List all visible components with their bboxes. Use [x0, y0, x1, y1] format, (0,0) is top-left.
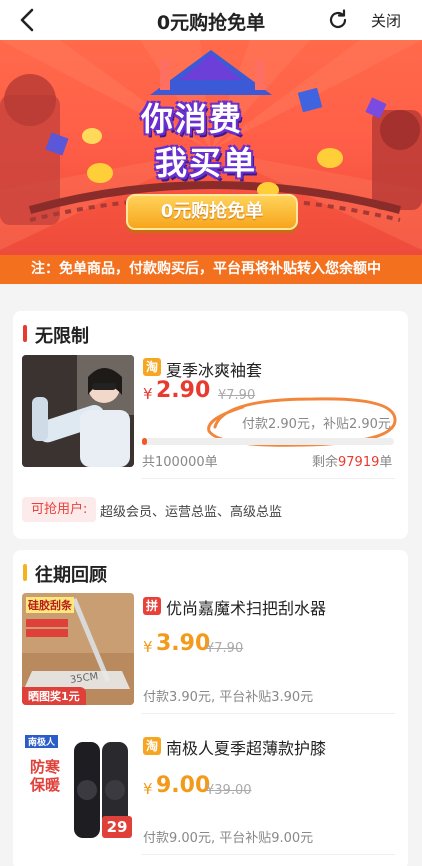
unlimited-section-card: 无限制 淘 夏季冰爽袖套 ¥ 2.90 ¥7.90 付款2.90元，补贴2.90… [13, 311, 408, 539]
product-name[interactable]: 南极人夏季超薄款护膝 [166, 735, 326, 759]
promo-banner: 你消费 我买单 0元购抢免单 注：免单商品，付款购买后，平台再将补贴转入您余额中 [0, 40, 422, 284]
close-button[interactable]: 关闭 [371, 10, 401, 31]
price-currency: ¥ [143, 385, 153, 403]
row-divider [142, 713, 395, 714]
product-thumbnail-knee-pads[interactable]: 南极人 防寒 保暖 29 [22, 732, 134, 844]
product-name[interactable]: 优尚嘉魔术扫把刮水器 [166, 595, 326, 619]
product-thumbnail-sleeves[interactable] [22, 355, 134, 467]
thumb-feature-tag: 硅胶刮条 [26, 597, 74, 613]
thumb-brand-tag: 南极人 [25, 735, 59, 748]
remaining-orders-text: 剩余97919单 [312, 451, 392, 470]
slogan-artwork: 你消费 我买单 [141, 94, 287, 186]
current-price: 9.00 [156, 773, 211, 798]
row-divider [142, 478, 395, 479]
original-price: ¥7.90 [206, 641, 244, 656]
page-title: 0元购抢免单 [156, 12, 266, 34]
section-title-unlimited: 无限制 [23, 322, 89, 348]
payment-subsidy-info: 付款3.90元, 平台补贴3.90元 [143, 690, 314, 705]
total-orders-text: 共100000单 [142, 455, 218, 470]
section-title-text: 无限制 [35, 326, 89, 347]
stock-progress-fill [142, 438, 148, 445]
product-thumbnail-mop[interactable]: 硅胶刮条 35CM 晒图奖1元 [22, 593, 134, 705]
slogan-line-2: 我买单 [155, 144, 258, 182]
payment-subsidy-info: 付款9.00元, 平台补贴9.00元 [143, 831, 314, 846]
section-title-history: 往期回顾 [23, 561, 107, 587]
price-currency: ¥ [143, 780, 153, 798]
thumb-slogan-2: 保暖 [30, 776, 61, 794]
row-divider [142, 854, 395, 855]
eligible-users-badge: 可抢用户: [22, 497, 97, 522]
current-price: 3.90 [156, 631, 211, 656]
thumb-reward-tag: 晒图奖1元 [22, 687, 86, 705]
remaining-suffix: 单 [379, 455, 393, 470]
product-photo-illustration [22, 355, 134, 467]
eligible-users-list: 超级会员、运营总监、高级总监 [100, 505, 283, 520]
original-price: ¥39.00 [206, 783, 252, 798]
pinduoduo-platform-icon: 拼 [143, 597, 161, 615]
stock-progress-track [142, 438, 394, 445]
remaining-count: 97919 [338, 455, 380, 470]
taobao-platform-icon: 淘 [143, 358, 161, 376]
banner-notice-text: 注：免单商品，付款购买后，平台再将补贴转入您余额中 [0, 255, 422, 284]
section-accent-bar [23, 325, 27, 342]
taobao-platform-icon: 淘 [143, 737, 161, 755]
price-currency: ¥ [143, 638, 153, 656]
history-section-card: 往期回顾 硅胶刮条 35CM 晒图奖1元 拼 优尚嘉魔术扫把刮水器 ¥ 3.90… [13, 550, 408, 866]
refresh-icon[interactable] [326, 8, 350, 32]
thumb-price-badge: 29 [102, 816, 132, 838]
top-nav-bar: 0元购抢免单 关闭 [0, 0, 422, 40]
section-title-text: 往期回顾 [35, 565, 107, 586]
slogan-line-1: 你消费 [141, 100, 244, 138]
section-accent-bar [23, 564, 27, 581]
free-order-promo-button[interactable]: 0元购抢免单 [126, 194, 298, 230]
remaining-prefix: 剩余 [312, 455, 339, 470]
